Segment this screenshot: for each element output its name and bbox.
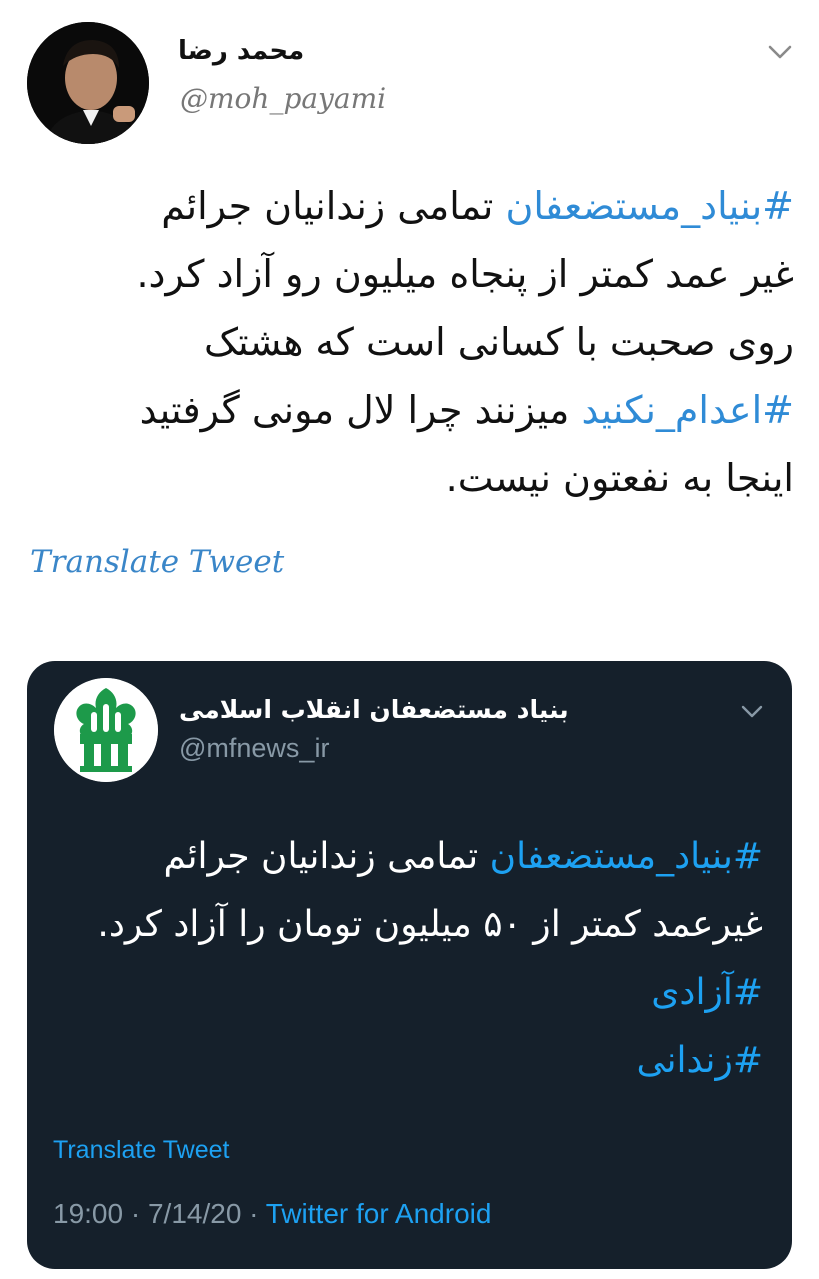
quoted-tweet-text: #بنیاد_مستضعفان تمامی زندانیان جرائم غیر… (47, 823, 763, 1095)
hashtag-link[interactable]: #زندانی (637, 1040, 764, 1081)
quoted-tweet-line: غیرعمد کمتر از ۵۰ میلیون تومان را آزاد ک… (47, 891, 763, 959)
tweet-line: روی صحبت با کسانی است که هشتک (24, 308, 794, 376)
tweet-line-text: تمامی زندانیان جرائم (161, 184, 506, 228)
mostazafan-logo-icon[interactable] (54, 678, 158, 782)
quoted-tweet-line: #زندانی (47, 1027, 764, 1095)
tweet-line: #بنیاد_مستضعفان تمامی زندانیان جرائم (24, 172, 794, 240)
tweet-line-text: اینجا به نفعتون نیست. (445, 456, 794, 500)
quoted-display-name[interactable]: بنیاد مستضعفان انقلاب اسلامی (179, 695, 569, 724)
tweet-line-text: روی صحبت با کسانی است که هشتک (203, 320, 794, 364)
tweet-line-text: غیر عمد کمتر از پنجاه میلیون رو آزاد کرد… (136, 252, 794, 296)
avatar[interactable] (27, 22, 149, 144)
hashtag-link[interactable]: #آزادی (651, 972, 763, 1013)
tweet-text: #بنیاد_مستضعفان تمامی زندانیان جرائم غیر… (24, 172, 794, 512)
tweet-line: اینجا به نفعتون نیست. (24, 444, 794, 512)
hashtag-link[interactable]: #بنیاد_مستضعفان (505, 184, 794, 228)
display-name[interactable]: محمد رضا (178, 36, 304, 66)
meta-separator: · (123, 1198, 148, 1229)
chevron-down-icon[interactable] (739, 703, 765, 721)
handle[interactable]: @moh_payami (180, 82, 402, 115)
avatar-image (27, 22, 149, 144)
quoted-tweet-line-text: تمامی زندانیان جرائم (163, 836, 490, 877)
meta-separator: · (241, 1198, 266, 1229)
hashtag-link[interactable]: #بنیاد_مستضعفان (490, 836, 763, 877)
hashtag-link[interactable]: #اعدام_نکنید (581, 388, 794, 432)
tweet-line: #اعدام_نکنید میزنند چرا لال مونی گرفتید (24, 376, 794, 444)
quoted-tweet-line-text: غیرعمد کمتر از ۵۰ میلیون تومان را آزاد ک… (97, 904, 763, 945)
chevron-down-icon[interactable] (766, 42, 794, 62)
tweet-date[interactable]: 7/14/20 (148, 1198, 241, 1229)
translate-tweet-link[interactable]: Translate Tweet (30, 544, 284, 580)
quoted-tweet-line: #بنیاد_مستضعفان تمامی زندانیان جرائم (47, 823, 763, 891)
tweet-line-text: میزنند چرا لال مونی گرفتید (139, 388, 582, 432)
quoted-tweet-line: #آزادی (47, 959, 763, 1027)
quoted-translate-tweet-link[interactable]: Translate Tweet (53, 1136, 229, 1165)
tweet-source-link[interactable]: Twitter for Android (266, 1198, 492, 1229)
quoted-handle[interactable]: @mfnews_ir (179, 733, 329, 764)
quoted-tweet-card[interactable]: بنیاد مستضعفان انقلاب اسلامی @mfnews_ir … (27, 661, 792, 1269)
tweet-line: غیر عمد کمتر از پنجاه میلیون رو آزاد کرد… (24, 240, 794, 308)
tweet-metadata: 19:00 · 7/14/20 · Twitter for Android (53, 1198, 491, 1230)
tweet-time: 19:00 (53, 1198, 124, 1229)
tweet-screenshot: محمد رضا @moh_payami #بنیاد_مستضعفان تما… (0, 0, 819, 1279)
